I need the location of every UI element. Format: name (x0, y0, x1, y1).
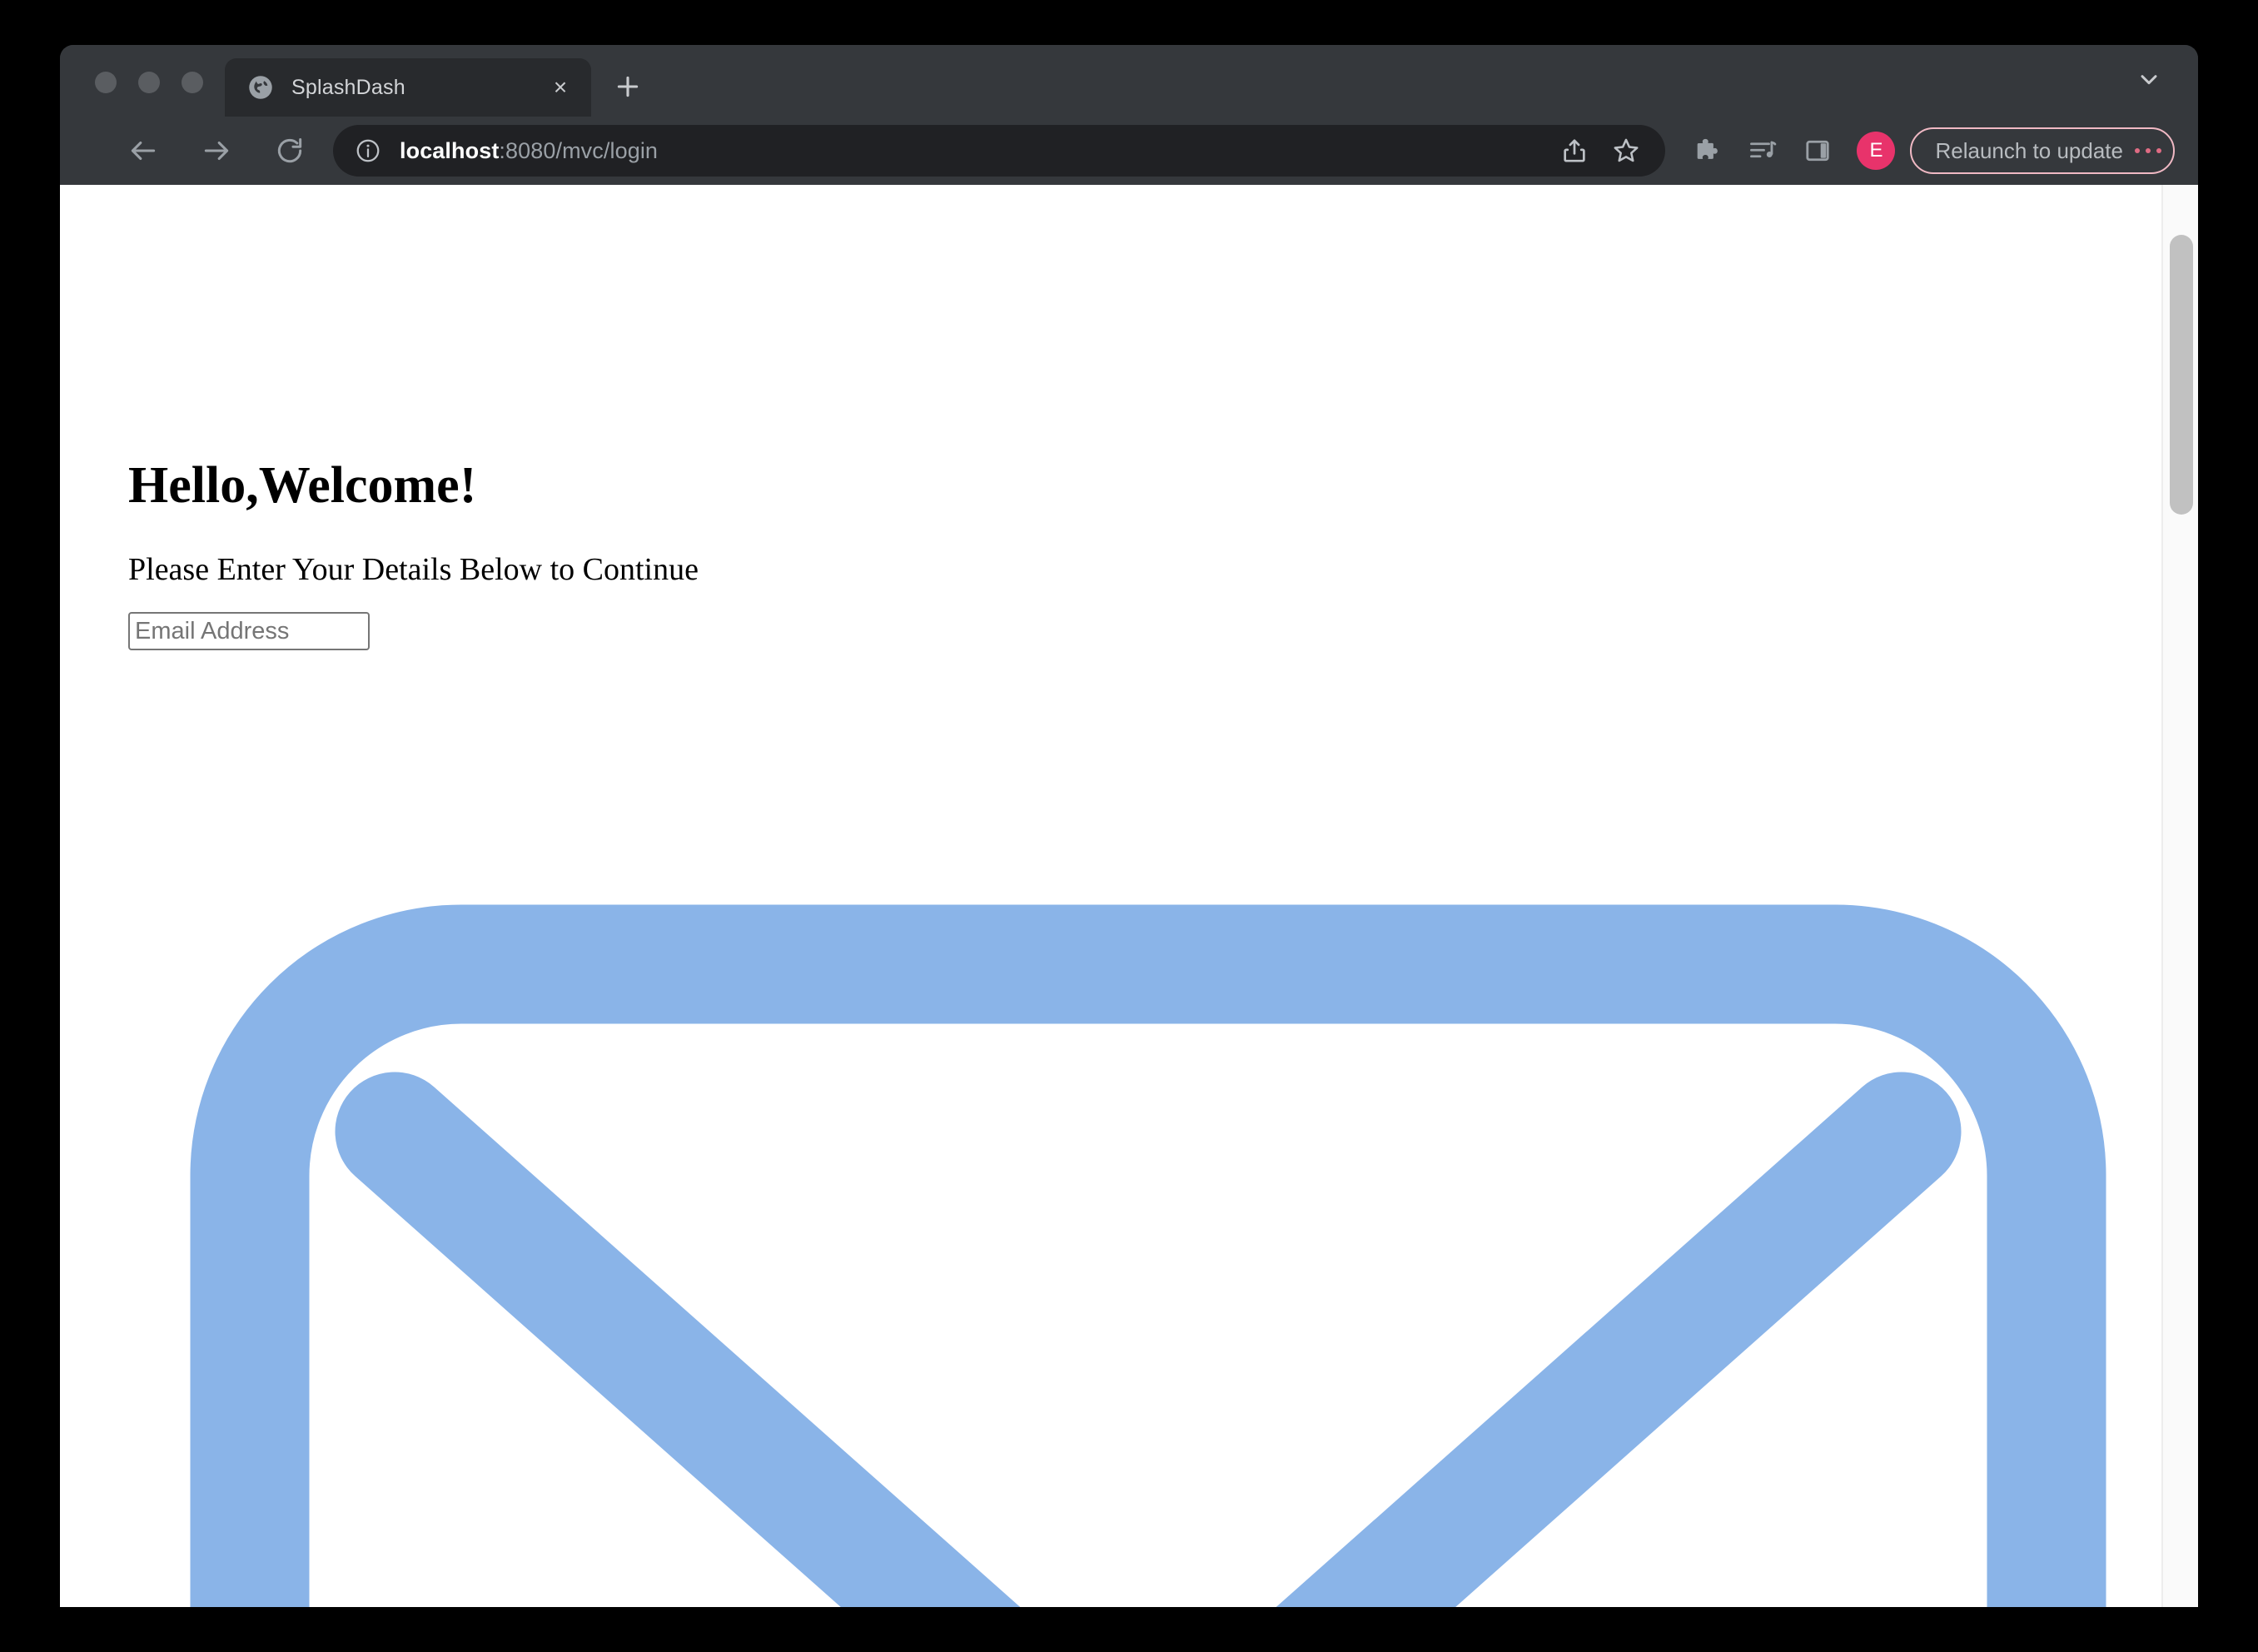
profile-avatar[interactable]: E (1857, 132, 1896, 170)
plus-icon (617, 76, 639, 97)
tab-splashdash[interactable]: SplashDash × (225, 58, 591, 117)
address-bar-actions (1537, 128, 1649, 173)
page-viewport: Hello,Welcome! Please Enter Your Details… (60, 185, 2198, 1607)
minimize-window-button[interactable] (138, 72, 160, 93)
forward-button[interactable] (191, 126, 241, 176)
tab-strip: SplashDash × (60, 45, 2198, 117)
puzzle-piece-icon (1698, 138, 1718, 159)
arrow-right-icon (204, 141, 229, 161)
vertical-scrollbar[interactable] (2161, 185, 2198, 1607)
browser-window: SplashDash × localhost:8080/mvc/login E … (60, 45, 2198, 1607)
share-icon (1564, 139, 1586, 162)
new-tab-button[interactable] (601, 60, 654, 113)
login-page: Hello,Welcome! Please Enter Your Details… (60, 185, 2161, 1607)
mail-envelope-icon (190, 904, 2106, 1607)
info-circle-icon[interactable] (355, 137, 381, 164)
bookmark-button[interactable] (1604, 128, 1649, 173)
side-panel-icon (1806, 140, 1830, 162)
close-tab-button[interactable]: × (540, 67, 581, 108)
chevron-down-icon (2141, 75, 2157, 85)
url-path: :8080/mvc/login (499, 137, 659, 163)
url-host: localhost (400, 137, 500, 163)
reload-icon (277, 138, 302, 163)
page-subtitle: Please Enter Your Details Below to Conti… (128, 552, 699, 587)
media-list-icon (1750, 141, 1777, 158)
relaunch-to-update-button[interactable]: Relaunch to update (1910, 127, 2175, 174)
relaunch-label: Relaunch to update (1935, 137, 2123, 163)
browser-toolbar: localhost:8080/mvc/login E Relaunch to u… (60, 117, 2198, 185)
share-button[interactable] (1552, 128, 1597, 173)
maximize-window-button[interactable] (182, 72, 203, 93)
tab-title: SplashDash (291, 75, 405, 99)
scrollbar-thumb[interactable] (2170, 235, 2193, 515)
page-title: Hello,Welcome! (128, 457, 477, 514)
star-icon (1614, 138, 1639, 162)
address-bar[interactable]: localhost:8080/mvc/login (333, 125, 1666, 177)
back-button[interactable] (118, 126, 168, 176)
close-window-button[interactable] (95, 72, 117, 93)
globe-icon (249, 76, 272, 99)
tab-search-button[interactable] (2130, 60, 2168, 98)
arrow-left-icon (131, 141, 156, 161)
reload-button[interactable] (265, 126, 315, 176)
email-field[interactable] (128, 612, 370, 650)
side-panel-button[interactable] (1793, 127, 1842, 175)
media-control-button[interactable] (1738, 127, 1787, 175)
extensions-button[interactable] (1684, 127, 1732, 175)
address-bar-url: localhost:8080/mvc/login (400, 138, 658, 164)
window-controls (60, 72, 225, 117)
kebab-menu-icon[interactable] (2131, 132, 2165, 169)
